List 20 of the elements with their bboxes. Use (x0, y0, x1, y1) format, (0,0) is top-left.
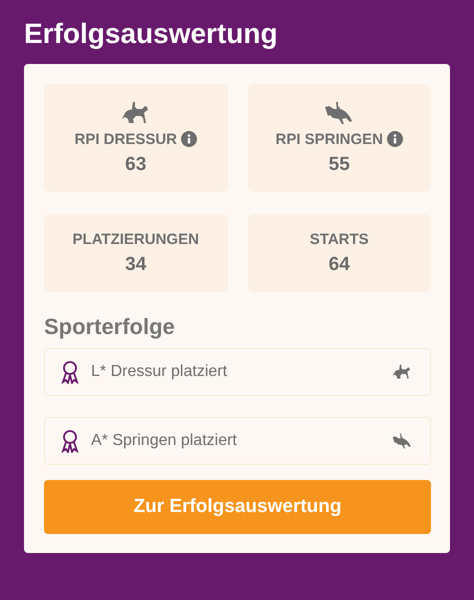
achievement-item[interactable]: A* Springen platziert (44, 417, 431, 465)
stat-value: 63 (125, 154, 146, 176)
info-icon[interactable] (181, 131, 198, 147)
ribbon-icon (61, 429, 79, 453)
stat-value: 34 (125, 254, 146, 276)
stat-value: 55 (328, 154, 350, 176)
stat-value: 64 (328, 254, 350, 276)
stat-label: RPI SPRINGEN (275, 130, 384, 148)
achievement-item[interactable]: L* Dressur platziert (44, 348, 431, 396)
achievement-text: A* Springen platziert (91, 432, 238, 450)
dressage-rider-icon (120, 100, 151, 124)
achievement-text: L* Dressur platziert (91, 363, 228, 381)
info-icon[interactable] (387, 131, 404, 147)
section-title: Sporterfolge (44, 314, 176, 340)
stat-label: STARTS (310, 230, 369, 248)
dressage-rider-icon (392, 364, 412, 380)
page-title: Erfolgsauswertung (24, 18, 279, 50)
stat-label: RPI DRESSUR (74, 130, 178, 148)
stat-label: PLATZIERUNGEN (72, 230, 199, 248)
ribbon-icon (61, 360, 79, 384)
